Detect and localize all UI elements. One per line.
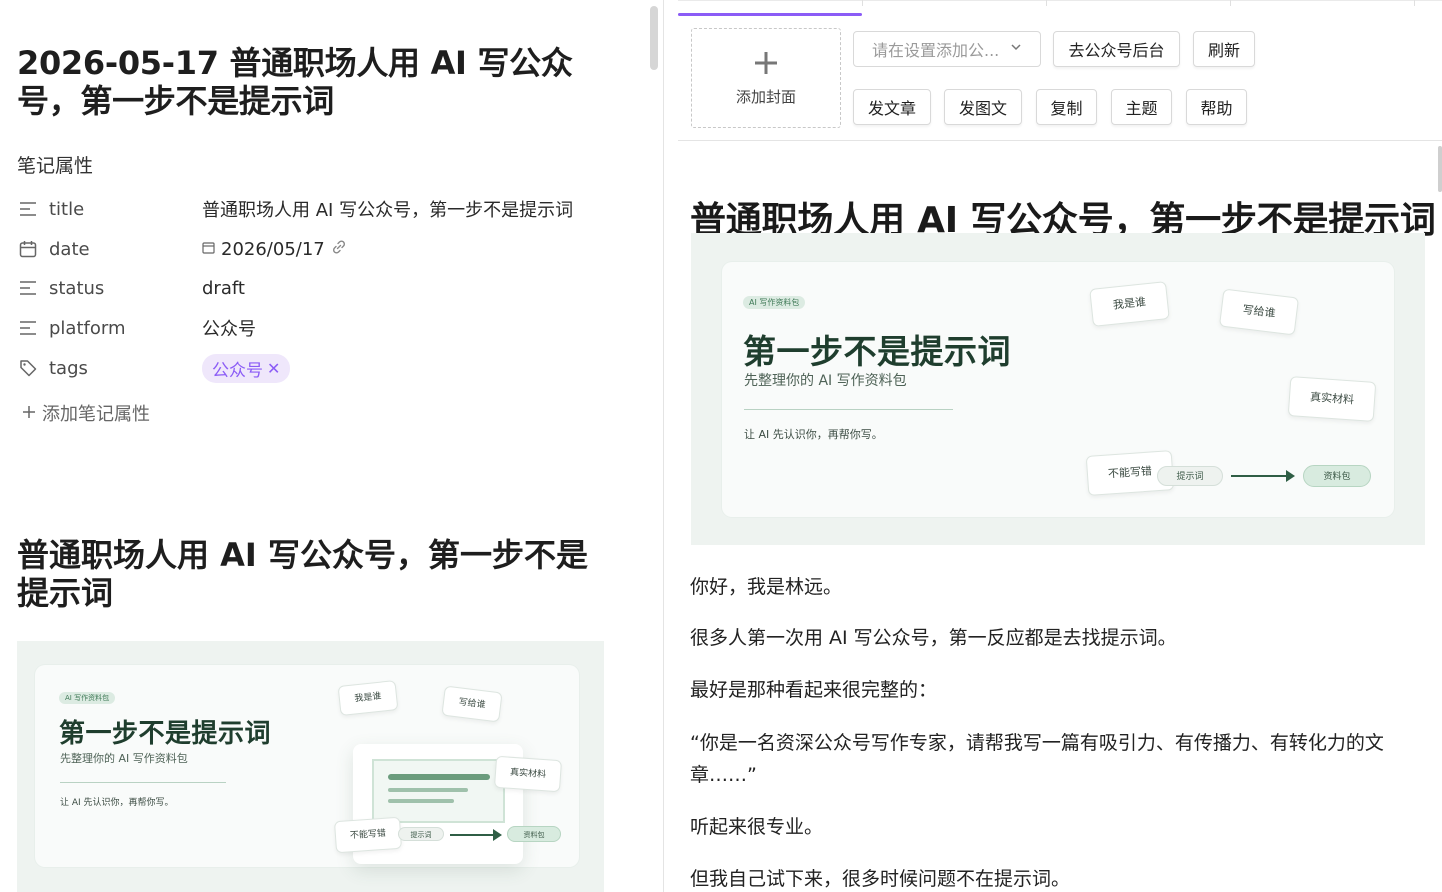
cover-chip: 真实材料 [1287,376,1377,422]
cover-chip: 我是谁 [1089,281,1170,327]
pane-divider[interactable] [663,0,664,892]
chevron-down-icon [1010,41,1022,57]
property-row-status[interactable]: status draft [17,273,637,303]
property-row-date[interactable]: date 2026/05/17 [17,234,637,264]
wechat-preview-pane: 添加封面 请在设置添加公... 去公众号后台 刷新 发文章 发图文 复制 主题 … [678,0,1442,892]
paragraph: 很多人第一次用 AI 写公众号，第一反应都是去找提示词。 [690,627,1177,649]
property-key: date [49,238,90,260]
account-select[interactable]: 请在设置添加公... [853,31,1041,67]
add-property-label: 添加笔记属性 [42,404,150,425]
property-value-text: 公众号 [202,319,256,340]
editor-scrollbar[interactable] [650,6,658,70]
note-title[interactable]: 2026-05-17 普通职场人用 AI 写公众号，第一步不是提示词 [17,44,577,120]
preview-scrollbar[interactable] [1438,146,1442,192]
tab-separator [862,0,863,6]
property-value[interactable]: 普通职场人用 AI 写公众号，第一步不是提示词 [202,196,573,222]
paragraph: 听起来很专业。 [690,816,824,838]
cover-pill-pack: 资料包 [1303,465,1371,487]
calendar-icon [17,238,39,260]
cover-chip: 我是谁 [337,680,399,716]
cover-image-preview: AI 写作资料包 第一步不是提示词 先整理你的 AI 写作资料包 让 AI 先认… [691,233,1425,545]
tag-icon [17,357,39,379]
text-lines-icon [17,198,39,220]
property-key: platform [49,317,126,339]
cover-pill-pack: 资料包 [507,826,561,842]
body-heading[interactable]: 普通职场人用 AI 写公众号，第一步不是提示词 [17,536,617,612]
plus-icon [753,50,779,80]
cover-badge: AI 写作资料包 [59,692,116,704]
cover-badge: AI 写作资料包 [743,296,806,309]
property-value[interactable]: draft [202,278,245,299]
property-key: tags [49,357,88,379]
plus-icon [22,403,36,424]
copy-button[interactable]: 复制 [1036,89,1097,125]
tab-separator [1230,0,1231,6]
cover-pill-prompt: 提示词 [398,827,444,841]
cover-image-editor: AI 写作资料包 第一步不是提示词 先整理你的 AI 写作资料包 让 AI 先认… [17,641,604,892]
tab-strip-border [678,0,1442,1]
property-row-title[interactable]: title 普通职场人用 AI 写公众号，第一步不是提示词 [17,194,637,224]
properties-heading[interactable]: 笔记属性 [17,151,93,178]
text-lines-icon [17,317,39,339]
publish-image-post-button[interactable]: 发图文 [944,89,1022,125]
cover-arrow [1231,470,1295,482]
cover-title: 第一步不是提示词 [59,719,272,749]
link-icon[interactable] [331,239,347,259]
tag-pill[interactable]: 公众号 ✕ [202,353,291,383]
paragraph: 你好，我是林远。 [690,576,843,598]
open-backend-button[interactable]: 去公众号后台 [1053,31,1180,67]
cover-note: 让 AI 先认识你，再帮你写。 [744,428,883,441]
help-button[interactable]: 帮助 [1186,89,1247,125]
cover-pill-prompt: 提示词 [1157,466,1223,486]
tags-value[interactable]: 公众号 ✕ [202,353,291,383]
property-value-text: draft [202,277,245,299]
paragraph: “你是一名资深公众号写作专家，请帮我写一篇有吸引力、有传播力、有转化力的文章……… [690,732,1384,786]
add-property-button[interactable]: 添加笔记属性 [22,400,150,426]
cover-device-bar [388,788,468,792]
cover-note: 让 AI 先认识你，再帮你写。 [60,798,174,808]
cover-subtitle: 先整理你的 AI 写作资料包 [60,752,188,765]
tag-label: 公众号 [212,360,263,381]
publish-article-button[interactable]: 发文章 [853,89,931,125]
active-tab-indicator [678,13,862,16]
property-value-text: 普通职场人用 AI 写公众号，第一步不是提示词 [202,200,574,221]
property-key: title [49,198,85,220]
add-cover-label: 添加封面 [735,87,796,106]
cover-title: 第一步不是提示词 [743,332,1011,371]
account-select-placeholder: 请在设置添加公... [872,41,1000,60]
calendar-icon [202,240,215,258]
refresh-button[interactable]: 刷新 [1193,31,1255,67]
cover-rule [60,782,226,783]
cover-device-bar [388,799,454,803]
tab-separator [1046,0,1047,6]
paragraph: 最好是那种看起来很完整的： [690,679,938,701]
cover-rule [744,409,953,410]
cover-subtitle: 先整理你的 AI 写作资料包 [744,373,907,389]
property-row-platform[interactable]: platform 公众号 [17,313,637,343]
property-key: status [49,277,105,299]
cover-chip: 真实材料 [493,755,563,793]
text-lines-icon [17,277,39,299]
cover-chip: 不能写错 [333,816,403,854]
add-cover-button[interactable]: 添加封面 [691,28,841,128]
note-editor-pane: 2026-05-17 普通职场人用 AI 写公众号，第一步不是提示词 笔记属性 … [0,0,663,892]
property-row-tags[interactable]: tags 公众号 ✕ [17,353,637,383]
toolbar-divider [678,140,1442,141]
cover-arrow [450,829,502,841]
paragraph: 但我自己试下来，很多时候问题不在提示词。 [690,868,1071,890]
cover-device-bar [388,774,490,780]
remove-tag-icon[interactable]: ✕ [267,359,280,378]
theme-button[interactable]: 主题 [1111,89,1172,125]
date-value[interactable]: 2026/05/17 [202,239,347,260]
tab-separator [1414,0,1415,6]
property-value[interactable]: 公众号 [202,315,256,341]
date-text: 2026/05/17 [221,238,325,260]
